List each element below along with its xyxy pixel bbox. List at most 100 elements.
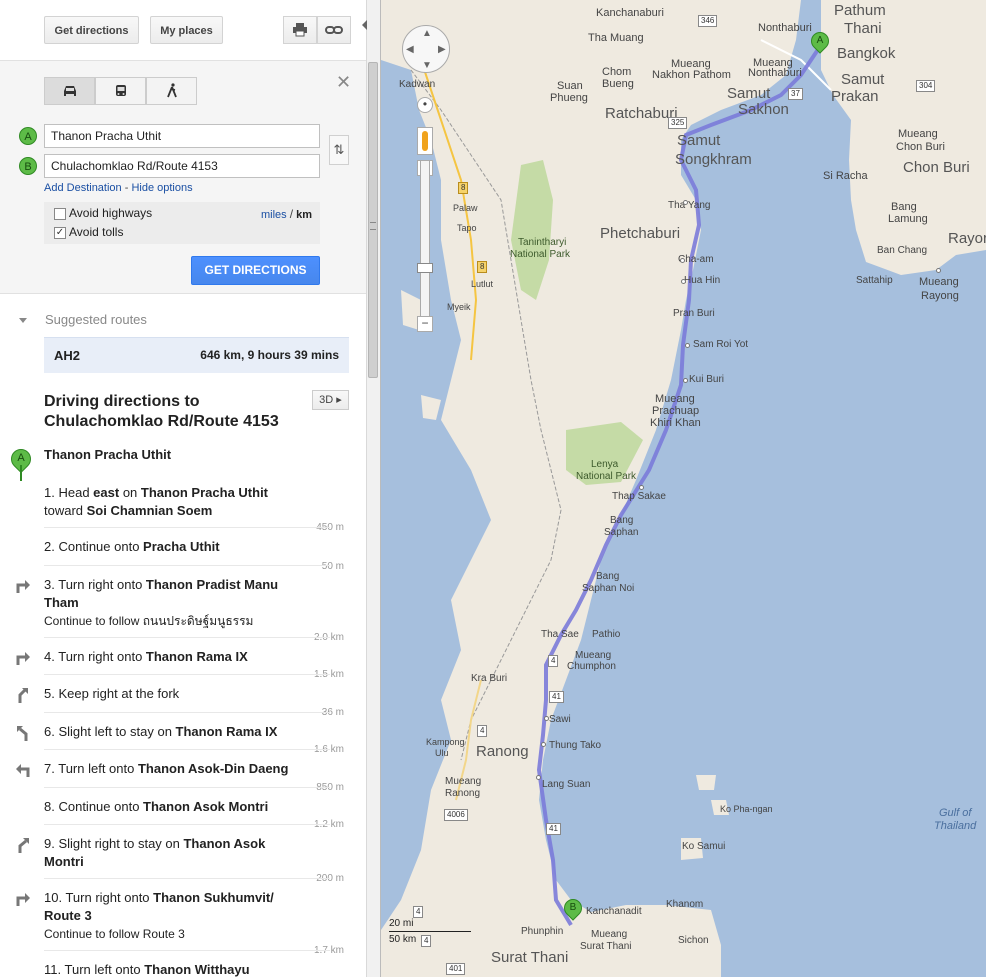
- pegman-icon[interactable]: [417, 127, 433, 155]
- map-label: Ulu: [435, 748, 449, 758]
- toolbar: Get directions My places: [0, 0, 366, 61]
- map-label: Lenya: [591, 459, 619, 470]
- direction-step-11[interactable]: 11. Turn left onto Thanon Witthayu: [44, 961, 294, 977]
- unit-toggle: miles / km: [261, 207, 312, 221]
- road-shield: 4: [477, 725, 488, 737]
- pan-right-icon[interactable]: ▶: [438, 44, 446, 55]
- step-divider: [44, 712, 330, 713]
- start-pin-letter: A: [17, 452, 25, 464]
- direction-step-1[interactable]: 1. Head east on Thanon Pracha Uthit towa…: [44, 484, 294, 520]
- collapse-panel-icon[interactable]: [362, 20, 367, 30]
- road-shield: 304: [916, 80, 936, 92]
- direction-step-6[interactable]: 6. Slight left to stay on Thanon Rama IX: [44, 723, 294, 741]
- step-text: Slight left to stay on: [58, 724, 176, 739]
- map-label: Bueng: [602, 78, 634, 90]
- map-view[interactable]: ▲ ▼ ◀ ▶ • + − A B 20 mi 50 km Kanchanabu…: [381, 0, 986, 977]
- link-button[interactable]: [317, 16, 351, 44]
- print-button[interactable]: [283, 16, 317, 44]
- pan-left-icon[interactable]: ◀: [406, 44, 414, 55]
- step-text: Continue onto: [58, 799, 144, 814]
- unit-slash: /: [289, 207, 294, 221]
- step-text: Turn left onto: [64, 962, 145, 977]
- direction-step-7[interactable]: 7. Turn left onto Thanon Asok-Din Daeng: [44, 760, 294, 778]
- zoom-out-button[interactable]: −: [417, 316, 433, 332]
- pan-control[interactable]: ▲ ▼ ◀ ▶: [402, 25, 450, 73]
- hide-options-link[interactable]: Hide options: [131, 182, 192, 194]
- town-dot: [536, 775, 541, 780]
- direction-step-5[interactable]: 5. Keep right at the fork: [44, 685, 294, 703]
- collapse-triangle-icon[interactable]: [19, 318, 27, 323]
- zoom-slider-handle[interactable]: [417, 263, 433, 273]
- road-shield: 4006: [444, 809, 468, 821]
- pan-down-icon[interactable]: ▼: [422, 60, 432, 71]
- miles-link[interactable]: miles: [261, 209, 287, 221]
- direction-step-10[interactable]: 10. Turn right onto Thanon Sukhumvit/ Ro…: [44, 889, 294, 943]
- map-label: Lang Suan: [542, 779, 591, 790]
- swap-icon[interactable]: ⇅: [329, 135, 349, 165]
- map-label: Chon Buri: [896, 141, 945, 153]
- zoom-slider-track[interactable]: [420, 160, 430, 332]
- map-label: Ko Pha-ngan: [720, 804, 773, 814]
- link-separator: -: [121, 182, 132, 194]
- map-label: Sakhon: [738, 101, 789, 118]
- view-3d-button[interactable]: 3D ▸: [312, 390, 349, 410]
- step-sub: Continue to follow ถนนประดิษฐ์มนูธรรม: [44, 614, 254, 628]
- step-text: Keep right at the fork: [58, 686, 180, 701]
- get-directions-button[interactable]: GET DIRECTIONS: [191, 256, 320, 285]
- mode-transit-button[interactable]: [95, 77, 146, 105]
- mode-driving-button[interactable]: [44, 77, 95, 105]
- mode-walking-button[interactable]: [146, 77, 197, 105]
- origin-input[interactable]: Thanon Pracha Uthit: [44, 124, 320, 148]
- view-3d-label: 3D: [319, 394, 334, 406]
- get-directions-tab[interactable]: Get directions: [44, 16, 139, 44]
- marker-b-icon: B: [19, 157, 37, 175]
- town-dot: [639, 485, 644, 490]
- step-text: Turn left onto: [58, 761, 138, 776]
- suggested-route-item[interactable]: AH2 646 km, 9 hours 39 mins: [44, 337, 349, 373]
- map-label: Mueang: [591, 929, 628, 940]
- route-distance-time: 646 km, 9 hours 39 mins: [200, 348, 339, 362]
- panel-scrollbar-thumb[interactable]: [368, 62, 378, 378]
- map-type-icon[interactable]: •: [417, 97, 433, 113]
- destination-input[interactable]: Chulachomklao Rd/Route 4153: [44, 154, 320, 178]
- map-label: Saphan: [604, 527, 639, 538]
- turn-right-icon: [16, 652, 30, 665]
- map-label: Surat Thani: [491, 949, 569, 966]
- map-label: Suan: [557, 80, 583, 92]
- close-icon[interactable]: ✕: [336, 72, 351, 93]
- keep-right-icon: [18, 688, 28, 703]
- direction-step-8[interactable]: 8. Continue onto Thanon Asok Montri: [44, 798, 294, 816]
- map-label: Kadwan: [399, 79, 436, 90]
- step-direction: east: [93, 485, 120, 500]
- map-label: Tapo: [457, 223, 477, 233]
- direction-step-4[interactable]: 4. Turn right onto Thanon Rama IX: [44, 648, 294, 666]
- pan-up-icon[interactable]: ▲: [422, 28, 432, 39]
- form-links: Add Destination - Hide options: [44, 182, 193, 194]
- my-places-tab[interactable]: My places: [150, 16, 223, 44]
- map-label: Thani: [844, 20, 882, 37]
- step-toward: toward: [44, 503, 87, 518]
- town-dot: [936, 268, 941, 273]
- direction-step-3[interactable]: 3. Turn right onto Thanon Pradist Manu T…: [44, 576, 294, 630]
- add-destination-link[interactable]: Add Destination: [44, 182, 122, 194]
- step-divider: [44, 637, 330, 638]
- map-label: Bang: [610, 515, 634, 526]
- map-label: Thap Sakae: [612, 491, 666, 502]
- map-label: Tha Yang: [668, 200, 711, 211]
- scale-miles: 20 mi: [389, 918, 414, 929]
- step-divider: [44, 749, 330, 750]
- step-divider: [44, 824, 330, 825]
- step-road: Thanon Pracha Uthit: [140, 485, 269, 500]
- road-shield: 8: [458, 182, 469, 194]
- printer-icon: [293, 23, 307, 37]
- avoid-tolls-checkbox[interactable]: ✓: [54, 227, 66, 239]
- map-label: Prachuap: [652, 405, 700, 417]
- km-unit[interactable]: km: [296, 209, 312, 221]
- walk-icon: [166, 83, 177, 98]
- road-shield: 4: [421, 935, 432, 947]
- direction-step-9[interactable]: 9. Slight right to stay on Thanon Asok M…: [44, 835, 294, 871]
- avoid-highways-checkbox[interactable]: [54, 208, 66, 220]
- direction-step-2[interactable]: 2. Continue onto Pracha Uthit: [44, 538, 294, 556]
- directions-panel: Get directions My places ✕ A Thanon Prac…: [0, 0, 366, 977]
- step-text: Slight right to stay on: [58, 836, 184, 851]
